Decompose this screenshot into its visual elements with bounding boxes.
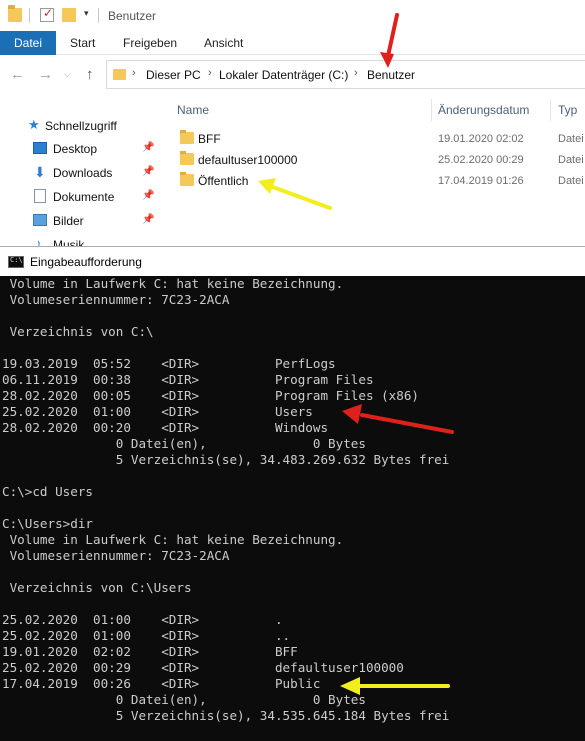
folder-icon [180, 130, 194, 144]
console-title-bar: Eingabeaufforderung [0, 246, 585, 276]
nav-item-label: Musik [53, 238, 85, 246]
nav-item-downloads[interactable]: ⬇ Downloads 📌 [0, 162, 160, 184]
pin-icon: 📌 [142, 166, 155, 177]
console-line: 19.01.2020 02:02 <DIR> BFF [2, 644, 298, 659]
column-header-date[interactable]: Änderungsdatum [438, 103, 529, 117]
navigation-pane: ★ Schnellzugriff Desktop 📌 ⬇ Downloads 📌… [0, 95, 160, 246]
desktop-icon [33, 142, 47, 154]
pictures-icon [33, 214, 47, 226]
console-line: 28.02.2020 00:20 <DIR> Windows [2, 420, 329, 435]
command-prompt-window: Eingabeaufforderung Volume in Laufwerk C… [0, 246, 585, 741]
console-line: Verzeichnis von C:\Users [2, 580, 192, 595]
nav-item-music[interactable]: ♪ Musik [0, 234, 160, 246]
column-header-name[interactable]: Name [177, 103, 209, 117]
console-line: Verzeichnis von C:\ [2, 324, 154, 339]
console-line: Volume in Laufwerk C: hat keine Bezeichn… [2, 276, 344, 291]
pin-icon: 📌 [142, 214, 155, 225]
console-line: 5 Verzeichnis(se), 34.535.645.184 Bytes … [2, 708, 450, 723]
nav-item-label: Desktop [53, 142, 98, 156]
file-type: Datei [558, 133, 584, 145]
tab-freigeben[interactable]: Freigeben [123, 31, 177, 55]
title-bar: ▾ Benutzer [0, 0, 585, 31]
toolbar-divider [98, 8, 99, 23]
column-header-type[interactable]: Typ [558, 103, 577, 117]
console-line: 28.02.2020 00:05 <DIR> Program Files (x8… [2, 388, 420, 403]
nav-item-label: Downloads [53, 166, 113, 180]
nav-item-label: Dokumente [53, 190, 115, 204]
console-output[interactable]: Volume in Laufwerk C: hat keine Bezeichn… [2, 276, 585, 741]
nav-item-desktop[interactable]: Desktop 📌 [0, 138, 160, 160]
file-name: Öffentlich [198, 174, 249, 188]
window-title: Benutzer [108, 9, 157, 23]
console-line: 25.02.2020 01:00 <DIR> Users [2, 404, 313, 419]
forward-arrow-icon[interactable]: → [38, 66, 53, 83]
toolbar-divider [29, 8, 30, 23]
pin-icon: 📌 [142, 142, 155, 153]
console-line: Volumeseriennummer: 7C23-2ACA [2, 548, 230, 563]
folder-icon [180, 172, 194, 186]
documents-icon [34, 189, 46, 203]
nav-item-label: Schnellzugriff [45, 119, 117, 133]
breadcrumb-local-disk[interactable]: Lokaler Datenträger (C:) [219, 68, 348, 82]
console-line: C:\Users>dir [2, 516, 93, 531]
ribbon-tabs: Datei Start Freigeben Ansicht [0, 31, 585, 55]
tab-datei[interactable]: Datei [0, 31, 56, 55]
recent-locations-chevron-icon[interactable]: ⌵ [64, 69, 71, 80]
quick-access-dropdown-icon[interactable]: ▾ [84, 8, 89, 19]
console-line: Volume in Laufwerk C: hat keine Bezeichn… [2, 532, 344, 547]
console-line: 5 Verzeichnis(se), 34.483.269.632 Bytes … [2, 452, 450, 467]
folder-icon [8, 5, 22, 22]
breadcrumb-benutzer[interactable]: Benutzer [367, 68, 415, 82]
file-row[interactable]: BFF 19.01.2020 02:02 Datei [168, 128, 585, 150]
console-line: 25.02.2020 00:29 <DIR> defaultuser100000 [2, 660, 404, 675]
nav-item-pictures[interactable]: Bilder 📌 [0, 210, 160, 232]
console-line: 25.02.2020 01:00 <DIR> .. [2, 628, 291, 643]
column-divider[interactable] [431, 99, 432, 121]
console-line: C:\>cd Users [2, 484, 93, 499]
file-explorer-window: ▾ Benutzer Datei Start Freigeben Ansicht… [0, 0, 585, 246]
console-line: 17.04.2019 00:26 <DIR> Public [2, 676, 321, 691]
nav-item-label: Bilder [53, 214, 84, 228]
navigation-bar: ← → ⌵ ↑ › Dieser PC › Lokaler Datenträge… [0, 55, 585, 95]
file-list: Name Änderungsdatum Typ BFF 19.01.2020 0… [168, 95, 585, 246]
properties-icon[interactable] [40, 6, 54, 22]
breadcrumb-separator-icon[interactable]: › [208, 67, 212, 79]
console-line: 25.02.2020 01:00 <DIR> . [2, 612, 283, 627]
back-arrow-icon[interactable]: ← [10, 66, 25, 83]
tab-ansicht[interactable]: Ansicht [204, 31, 243, 55]
music-icon: ♪ [35, 236, 42, 246]
file-name: defaultuser100000 [198, 153, 298, 167]
pin-icon: 📌 [142, 190, 155, 201]
folder-icon [113, 69, 126, 80]
up-arrow-icon[interactable]: ↑ [86, 66, 94, 83]
nav-item-quick-access[interactable]: ★ Schnellzugriff [0, 115, 160, 137]
console-title: Eingabeaufforderung [30, 255, 142, 269]
star-icon: ★ [28, 117, 40, 132]
new-folder-icon[interactable] [62, 8, 76, 22]
column-divider[interactable] [550, 99, 551, 121]
breadcrumb-dieser-pc[interactable]: Dieser PC [146, 68, 201, 82]
file-date: 17.04.2019 01:26 [438, 175, 524, 187]
console-line: 0 Datei(en), 0 Bytes [2, 436, 366, 451]
command-prompt-icon [8, 256, 24, 268]
file-type: Datei [558, 175, 584, 187]
file-name: BFF [198, 132, 221, 146]
nav-item-documents[interactable]: Dokumente 📌 [0, 186, 160, 208]
tab-start[interactable]: Start [70, 31, 95, 55]
breadcrumb-separator-icon[interactable]: › [354, 67, 358, 79]
console-line: 0 Datei(en), 0 Bytes [2, 692, 366, 707]
file-type: Datei [558, 154, 584, 166]
file-date: 25.02.2020 00:29 [438, 154, 524, 166]
downloads-icon: ⬇ [34, 164, 46, 180]
file-row[interactable]: Öffentlich 17.04.2019 01:26 Datei [168, 170, 585, 192]
file-row[interactable]: defaultuser100000 25.02.2020 00:29 Datei [168, 149, 585, 171]
console-line: Volumeseriennummer: 7C23-2ACA [2, 292, 230, 307]
address-bar[interactable]: › Dieser PC › Lokaler Datenträger (C:) ›… [106, 60, 585, 89]
file-date: 19.01.2020 02:02 [438, 133, 524, 145]
console-line: 06.11.2019 00:38 <DIR> Program Files [2, 372, 374, 387]
folder-icon [180, 151, 194, 165]
breadcrumb-separator-icon[interactable]: › [132, 67, 136, 79]
console-line: 19.03.2019 05:52 <DIR> PerfLogs [2, 356, 336, 371]
